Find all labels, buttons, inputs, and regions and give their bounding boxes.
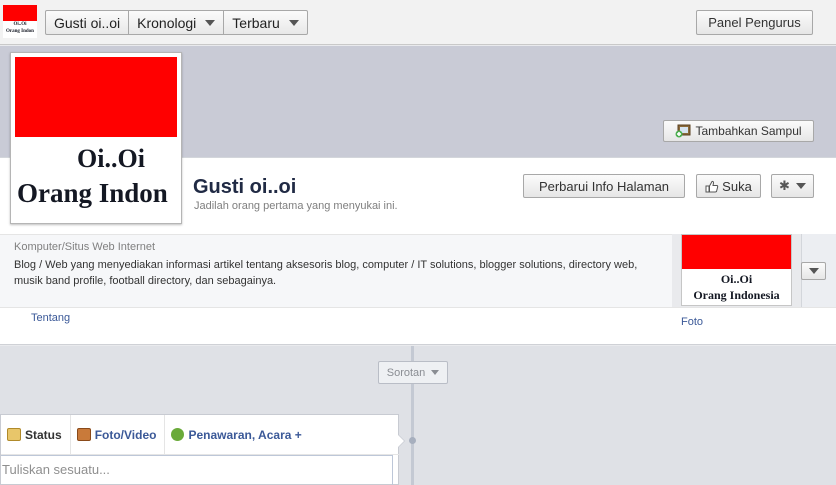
like-label: Suka [722,178,752,194]
add-cover-label: Tambahkan Sampul [695,124,802,138]
chevron-down-icon [808,268,819,274]
timeline-label: Kronologi [137,14,197,31]
chevron-down-icon [431,370,440,375]
photo-icon [76,428,91,441]
photo-thumbnail[interactable]: Oi..Oi Orang Indonesia [681,234,792,306]
status-icon [7,428,21,441]
profile-line1: Oi..Oi [77,144,145,173]
profile-line2: Orang Indon [17,178,168,208]
tab-offer-event-label: Penawaran, Acara + [188,427,302,442]
tab-photo-video[interactable]: Foto/Video [71,414,166,455]
tab-status[interactable]: Status [1,414,71,455]
about-links-band [0,307,836,345]
photos-link[interactable]: Foto [681,316,703,328]
timeline-dropdown[interactable]: Kronologi [129,11,225,34]
page-nav-group: Gusti oi..oi Kronologi Terbaru [45,10,308,35]
status-input[interactable]: Tuliskan sesuatu... [1,455,393,485]
page-logo[interactable]: Oi..Oi Orang Indon [3,5,37,38]
tab-status-label: Status [25,427,62,442]
composer-tabs: Status Foto/Video Penawaran, Acara + [1,414,399,455]
update-info-button[interactable]: Perbarui Info Halaman [523,174,685,198]
highlights-dropdown[interactable]: Sorotan [378,361,448,384]
settings-button[interactable]: ✱ [771,174,814,198]
chevron-down-icon [288,19,299,26]
about-link[interactable]: Tentang [31,312,70,324]
like-hint: Jadilah orang pertama yang menyukai ini. [194,200,398,212]
add-photo-icon [675,124,691,138]
recent-dropdown[interactable]: Terbaru [224,11,306,34]
top-bar: Oi..Oi Orang Indon Gusti oi..oi Kronolog… [0,0,836,45]
recent-label: Terbaru [232,14,280,31]
tab-photo-video-label: Foto/Video [94,427,157,442]
admin-panel-button[interactable]: Panel Pengurus [696,10,813,35]
logo-line2: Orang Indon [6,29,34,34]
profile-flag [15,57,177,137]
gear-icon: ✱ [779,178,790,193]
chevron-down-icon [795,183,806,189]
tab-offer-event[interactable]: Penawaran, Acara + [165,415,309,455]
expand-apps-button[interactable] [801,262,826,280]
photo-flag [682,235,791,269]
thumbs-up-icon [705,180,719,192]
logo-line1: Oi..Oi [13,22,27,27]
page-title[interactable]: Gusti oi..oi [193,176,296,199]
like-button[interactable]: Suka [696,174,761,198]
chevron-down-icon [205,19,216,26]
page-name-button[interactable]: Gusti oi..oi [46,11,130,34]
milestone-icon [171,428,185,441]
timeline-dot [409,437,416,444]
page-category: Komputer/Situs Web Internet [14,241,156,253]
photo-line1: Oi..Oi [720,272,753,286]
highlights-label: Sorotan [386,366,426,379]
profile-picture[interactable]: Oi..Oi Orang Indon [10,52,182,224]
logo-flag [3,5,37,21]
post-composer: Status Foto/Video Penawaran, Acara + Tul… [0,414,405,485]
photo-line2: Orang Indonesia [693,288,780,302]
page-description: Blog / Web yang menyediakan informasi ar… [14,259,638,287]
add-cover-button[interactable]: Tambahkan Sampul [663,120,814,142]
